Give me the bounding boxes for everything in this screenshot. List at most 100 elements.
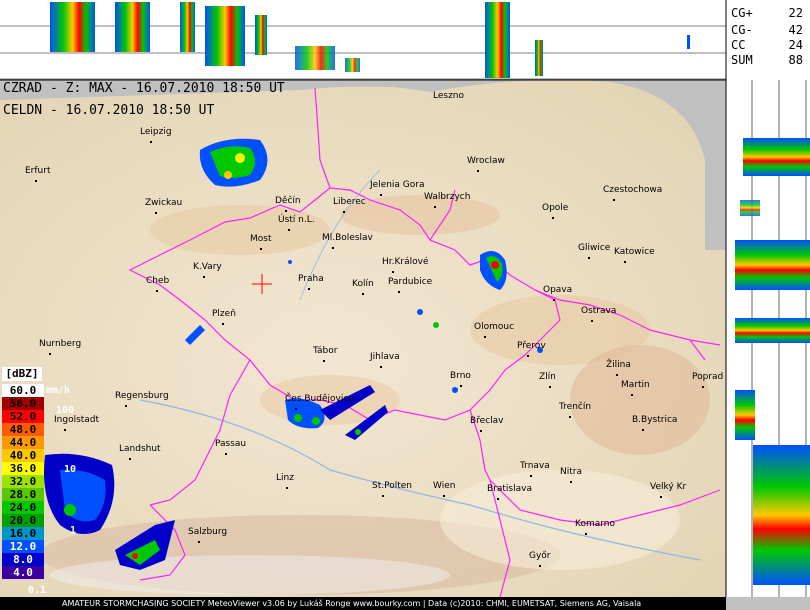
city-label: Walbrzych [424, 192, 471, 202]
city-label: Ústí n.L. [278, 215, 315, 225]
city-dot [616, 374, 618, 376]
city-dot [150, 141, 152, 143]
city-label: Velký Kr [650, 482, 687, 492]
city-dot [35, 180, 37, 182]
city-dot [642, 429, 644, 431]
city-label: Erfurt [25, 166, 51, 176]
city-dot [527, 355, 529, 357]
city-dot [222, 323, 224, 325]
city-label: Plzeň [212, 309, 236, 319]
city-dot [624, 261, 626, 263]
footer-credits: AMATEUR STORMCHASING SOCIETY MeteoViewer… [0, 597, 726, 610]
city-label: Győr [529, 551, 551, 561]
city-dot [332, 247, 334, 249]
city-label: Břeclav [470, 416, 504, 426]
city-label: Martin [621, 380, 650, 390]
city-dot [552, 217, 554, 219]
legend-row: 56.0 [2, 397, 44, 410]
city-dot [588, 257, 590, 259]
city-dot [49, 353, 51, 355]
city-dot [392, 271, 394, 273]
radar-title: CZRAD - Z: MAX - 16.07.2010 18:50 UT [3, 81, 285, 96]
city-dot [434, 206, 436, 208]
city-dot [125, 405, 127, 407]
city-dot [477, 170, 479, 172]
legend-row: 48.0 [2, 423, 44, 436]
city-label: Ingolstadt [54, 415, 100, 425]
city-label: Linz [276, 473, 294, 483]
city-label: Bratislava [487, 484, 532, 494]
lightning-histogram-right [726, 80, 810, 597]
legend-row: 28.0 [2, 488, 44, 501]
city-dot [569, 416, 571, 418]
rain-label-01: 0.1 [28, 585, 47, 596]
city-dot [443, 495, 445, 497]
city-dot [497, 498, 499, 500]
city-dot [323, 360, 325, 362]
cc-value: 24 [788, 38, 803, 52]
legend-row: 12.0 [2, 540, 44, 553]
city-dot [308, 288, 310, 290]
legend-row: 40.0 [2, 449, 44, 462]
city-label: Passau [215, 439, 247, 449]
city-label: Cheb [146, 276, 170, 286]
city-dot [295, 408, 297, 410]
city-dot [198, 541, 200, 543]
city-label: Trenčín [559, 402, 592, 412]
city-label: Trnava [520, 461, 550, 471]
city-label: Wroclaw [467, 156, 505, 166]
sum-label: SUM [731, 53, 753, 67]
city-dot [484, 336, 486, 338]
city-dot [343, 211, 345, 213]
city-label: Gliwice [578, 243, 611, 253]
city-dot [702, 386, 704, 388]
city-dot [460, 385, 462, 387]
city-label: Děčín [275, 196, 301, 206]
city-label: Salzburg [188, 527, 228, 537]
city-label: B.Bystrica [632, 415, 678, 425]
sum-value: 88 [788, 53, 803, 67]
lightning-histogram-top [0, 0, 726, 80]
footer-text: AMATEUR STORMCHASING SOCIETY MeteoViewer… [62, 599, 642, 608]
city-label: Zwickau [145, 198, 183, 208]
city-label: Komarno [575, 519, 615, 529]
city-label: Pardubice [388, 277, 433, 287]
city-label: St.Polten [372, 481, 412, 491]
city-label: Přerov [517, 341, 546, 351]
legend-row: 20.0 [2, 514, 44, 527]
city-dot [382, 495, 384, 497]
city-dot [380, 194, 382, 196]
city-dot [660, 496, 662, 498]
cg-plus-value: 22 [788, 6, 803, 20]
city-label: K.Vary [193, 262, 222, 272]
legend-row: 24.0 [2, 501, 44, 514]
legend-unit: [dBZ] [2, 367, 42, 381]
city-dot [286, 487, 288, 489]
city-label: Nurnberg [39, 339, 82, 349]
city-label: Leipzig [140, 127, 172, 137]
city-label: Katowice [614, 247, 655, 257]
city-dot [530, 475, 532, 477]
city-label: Czestochowa [603, 185, 663, 195]
city-label: Poprad [692, 372, 724, 382]
city-dot [631, 394, 633, 396]
legend-row: 16.0 [2, 527, 44, 540]
city-dot [288, 229, 290, 231]
cc-label: CC [731, 38, 746, 52]
city-label: Zlín [539, 372, 556, 382]
city-label: Leszno [433, 91, 465, 101]
city-dot [585, 533, 587, 535]
city-dot [398, 291, 400, 293]
cg-plus-label: CG+ [731, 6, 753, 20]
legend-row: 36.0 [2, 462, 44, 475]
city-dot [155, 212, 157, 214]
lightning-title: CELDN - 16.07.2010 18:50 UT [3, 103, 215, 118]
city-dot [380, 366, 382, 368]
city-dot [362, 293, 364, 295]
rain-label-10: 10 [64, 464, 77, 475]
city-label: Jelenia Gora [370, 180, 425, 190]
city-dot [156, 290, 158, 292]
city-label: Hr.Králové [382, 257, 429, 267]
city-label: Landshut [119, 444, 161, 454]
coverage-area [0, 79, 726, 598]
